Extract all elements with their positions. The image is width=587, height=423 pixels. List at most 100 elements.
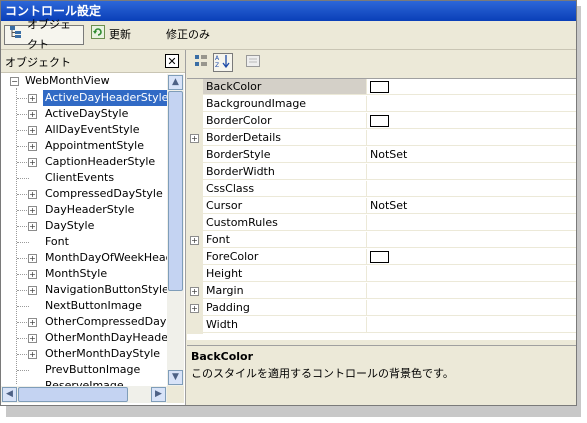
property-name[interactable]: Padding <box>203 300 367 316</box>
property-value[interactable]: NotSet <box>367 147 576 163</box>
expand-icon[interactable]: + <box>28 142 37 151</box>
scroll-left-icon[interactable]: ◀ <box>2 387 17 402</box>
property-row[interactable]: BackgroundImage <box>187 96 576 113</box>
expand-icon[interactable]: + <box>190 287 199 296</box>
tree-item[interactable]: DayStyle <box>43 218 96 234</box>
tree-item[interactable]: Font <box>43 234 71 250</box>
expand-icon[interactable]: + <box>190 236 199 245</box>
property-name[interactable]: BorderDetails <box>203 130 367 146</box>
expand-icon[interactable]: + <box>28 206 37 215</box>
property-name[interactable]: BackgroundImage <box>203 96 367 112</box>
property-row[interactable]: BorderWidth <box>187 164 576 181</box>
property-name[interactable]: BackColor <box>203 79 367 95</box>
tree-item[interactable]: AllDayEventStyle <box>43 122 142 138</box>
tree-item[interactable]: ActiveDayHeaderStyle <box>43 90 167 106</box>
categorized-view-button[interactable] <box>191 53 211 72</box>
expand-icon[interactable]: + <box>28 254 37 263</box>
expand-icon[interactable]: + <box>28 94 37 103</box>
tree-item[interactable]: PrevButtonImage <box>43 362 142 378</box>
property-row[interactable]: BorderStyle NotSet <box>187 147 576 164</box>
scroll-thumb[interactable] <box>168 91 183 291</box>
collapse-icon[interactable]: − <box>10 77 19 86</box>
tree-vertical-scrollbar[interactable]: ▲ ▼ <box>167 74 184 386</box>
modified-only-toggle[interactable]: 修正のみ <box>166 25 210 45</box>
property-name[interactable]: CustomRules <box>203 215 367 231</box>
refresh-button[interactable]: 更新 <box>87 24 135 45</box>
close-panel-button[interactable]: ✕ <box>165 54 179 68</box>
expand-icon[interactable]: + <box>28 318 37 327</box>
tree-item[interactable]: NextButtonImage <box>43 298 144 314</box>
property-value[interactable] <box>367 164 576 180</box>
tree-item[interactable]: MonthStyle <box>43 266 109 282</box>
property-value[interactable] <box>367 232 576 248</box>
hscroll-thumb[interactable] <box>18 387 128 402</box>
tree-item[interactable]: OtherMonthDayHeaderStyle <box>43 330 167 346</box>
expand-icon[interactable]: + <box>28 222 37 231</box>
alphabetical-view-button[interactable]: AZ <box>213 53 233 72</box>
property-row[interactable]: + BorderDetails <box>187 130 576 147</box>
tree-item[interactable]: AppointmentStyle <box>43 138 146 154</box>
property-value[interactable] <box>367 113 576 129</box>
property-pages-button[interactable] <box>243 53 263 72</box>
color-swatch-icon[interactable] <box>370 115 389 127</box>
property-value[interactable] <box>367 317 576 333</box>
property-name[interactable]: CssClass <box>203 181 367 197</box>
property-value[interactable] <box>367 96 576 112</box>
expand-icon[interactable]: + <box>28 126 37 135</box>
property-value[interactable] <box>367 300 576 316</box>
property-name[interactable]: Font <box>203 232 367 248</box>
property-row[interactable]: + Margin <box>187 283 576 300</box>
property-row[interactable]: BorderColor <box>187 113 576 130</box>
property-value[interactable] <box>367 283 576 299</box>
property-value[interactable] <box>367 266 576 282</box>
tree-item[interactable]: NavigationButtonStyle <box>43 282 167 298</box>
scroll-up-icon[interactable]: ▲ <box>168 75 183 90</box>
property-value[interactable] <box>367 181 576 197</box>
property-name[interactable]: Height <box>203 266 367 282</box>
tree-horizontal-scrollbar[interactable]: ◀ ▶ <box>1 386 167 403</box>
object-button[interactable]: オブジェクト <box>4 18 84 51</box>
property-name[interactable]: ForeColor <box>203 249 367 265</box>
tree-item[interactable]: CompressedDayStyle <box>43 186 165 202</box>
property-name[interactable]: Width <box>203 317 367 333</box>
tree-item[interactable]: CaptionHeaderStyle <box>43 154 157 170</box>
tree-item[interactable]: ReserveImage <box>43 378 126 386</box>
property-row[interactable]: BackColor <box>187 79 576 96</box>
property-row[interactable]: ForeColor <box>187 249 576 266</box>
property-name[interactable]: BorderStyle <box>203 147 367 163</box>
property-name[interactable]: Margin <box>203 283 367 299</box>
property-value[interactable] <box>367 79 576 95</box>
property-name[interactable]: BorderWidth <box>203 164 367 180</box>
property-row[interactable]: Cursor NotSet <box>187 198 576 215</box>
color-swatch-icon[interactable] <box>370 251 389 263</box>
property-name[interactable]: Cursor <box>203 198 367 214</box>
tree-item[interactable]: OtherCompressedDayStyle <box>43 314 167 330</box>
tree-item[interactable]: MonthDayOfWeekHeaderStyle <box>43 250 167 266</box>
tree-root[interactable]: WebMonthView <box>25 74 110 89</box>
property-value[interactable]: NotSet <box>367 198 576 214</box>
property-row[interactable]: + Padding <box>187 300 576 317</box>
property-row[interactable]: CssClass <box>187 181 576 198</box>
property-row[interactable]: + Font <box>187 232 576 249</box>
expand-icon[interactable]: + <box>28 190 37 199</box>
scroll-right-icon[interactable]: ▶ <box>151 387 166 402</box>
tree-item[interactable]: ActiveDayStyle <box>43 106 130 122</box>
property-value[interactable] <box>367 130 576 146</box>
property-row[interactable]: CustomRules <box>187 215 576 232</box>
expand-icon[interactable]: + <box>28 110 37 119</box>
expand-icon[interactable]: + <box>28 334 37 343</box>
scroll-down-icon[interactable]: ▼ <box>168 370 183 385</box>
color-swatch-icon[interactable] <box>370 81 389 93</box>
property-name[interactable]: BorderColor <box>203 113 367 129</box>
property-row[interactable]: Height <box>187 266 576 283</box>
expand-icon[interactable]: + <box>190 134 199 143</box>
property-row[interactable]: Width <box>187 317 576 334</box>
tree-item[interactable]: DayHeaderStyle <box>43 202 136 218</box>
tree-item[interactable]: OtherMonthDayStyle <box>43 346 162 362</box>
property-value[interactable] <box>367 215 576 231</box>
expand-icon[interactable]: + <box>28 158 37 167</box>
expand-icon[interactable]: + <box>28 350 37 359</box>
tree-item[interactable]: ClientEvents <box>43 170 116 186</box>
expand-icon[interactable]: + <box>190 304 199 313</box>
expand-icon[interactable]: + <box>28 270 37 279</box>
